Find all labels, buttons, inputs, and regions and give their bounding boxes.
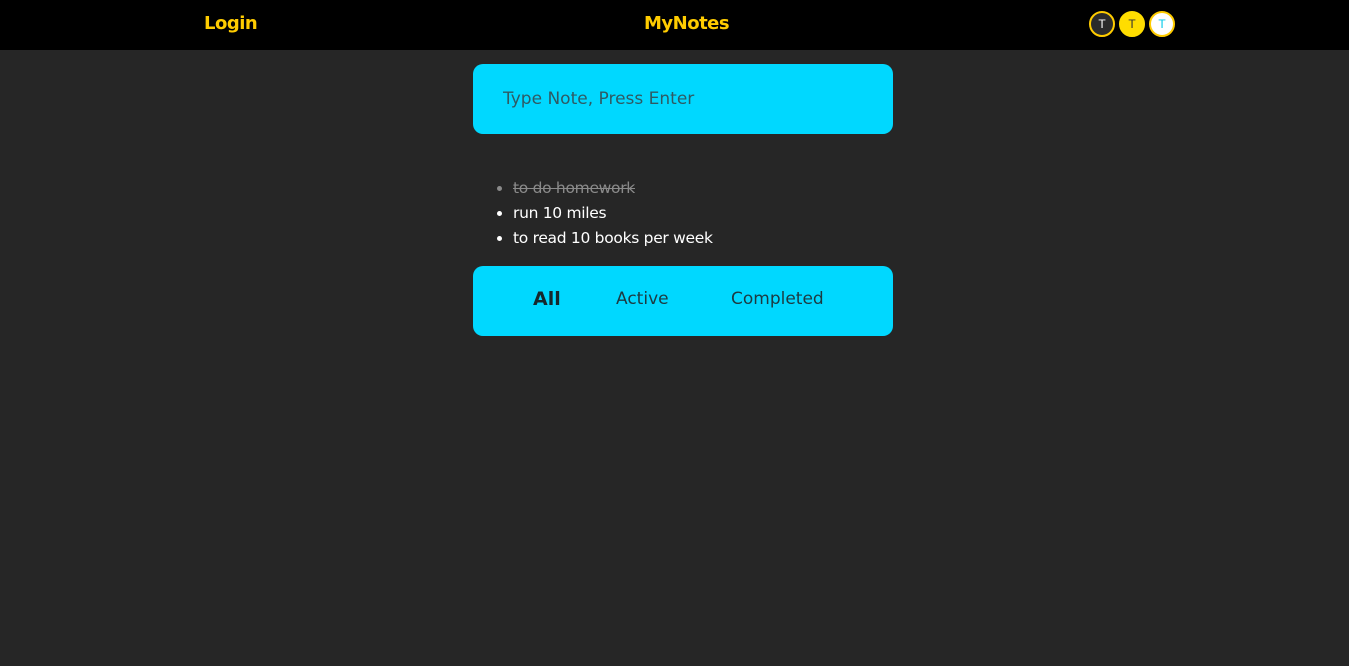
note-item[interactable]: run 10 miles [513,201,713,226]
filter-bar: All Active Completed [473,266,893,336]
theme-switcher: T T T [1089,11,1175,37]
note-item[interactable]: to do homework [513,176,713,201]
filter-all-button[interactable]: All [533,288,561,310]
note-input[interactable] [503,86,863,112]
filter-active-button[interactable]: Active [616,289,669,309]
theme-light-button[interactable]: T [1149,11,1175,37]
top-navigation-bar: Login MyNotes T T T [0,0,1349,50]
notes-list: to do homework run 10 miles to read 10 b… [473,176,713,251]
note-input-container [473,64,893,134]
login-link[interactable]: Login [204,13,258,34]
theme-yellow-button[interactable]: T [1119,11,1145,37]
filter-completed-button[interactable]: Completed [731,289,824,309]
theme-dark-button[interactable]: T [1089,11,1115,37]
note-item[interactable]: to read 10 books per week [513,226,713,251]
app-brand-title: MyNotes [644,13,730,34]
